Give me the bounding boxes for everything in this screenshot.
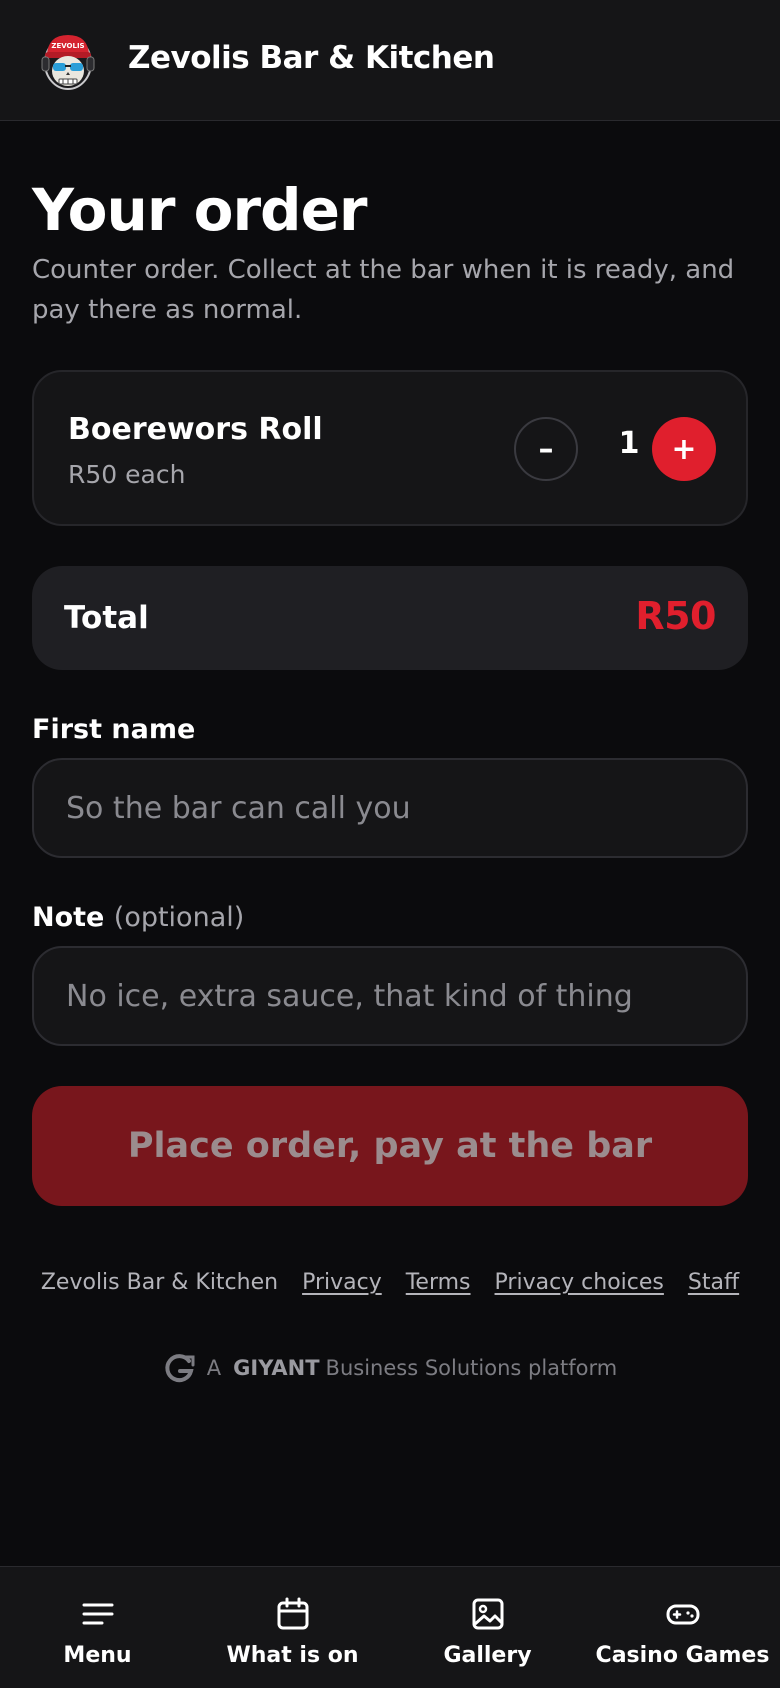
footer-business-name: Zevolis Bar & Kitchen <box>40 1270 279 1295</box>
powered-brand: GIYANT <box>233 1356 320 1380</box>
nav-label-gallery: Gallery <box>443 1643 532 1668</box>
item-price: R50 each <box>68 460 186 489</box>
quantity-value: 1 <box>618 426 640 461</box>
nav-item-menu[interactable]: Menu <box>0 1567 195 1688</box>
page-title: Your order <box>32 176 368 244</box>
powered-suffix: Business Solutions platform <box>325 1356 618 1380</box>
app-header: ZEVOLIS Zevolis Bar & Kitchen <box>0 0 780 121</box>
giyant-logo-icon <box>165 1354 195 1383</box>
terms-link[interactable]: Terms <box>406 1270 471 1295</box>
nav-item-what-is-on[interactable]: What is on <box>195 1567 390 1688</box>
nav-label-menu: Menu <box>63 1643 132 1668</box>
first-name-input[interactable] <box>32 758 748 858</box>
privacy-link[interactable]: Privacy <box>302 1270 382 1295</box>
privacy-choices-link[interactable]: Privacy choices <box>495 1270 664 1295</box>
menu-lines-icon <box>82 1603 113 1625</box>
total-summary: Total R50 <box>32 566 748 670</box>
note-optional-hint: (optional) <box>113 902 245 933</box>
page-subtitle: Counter order. Collect at the bar when i… <box>32 255 735 325</box>
svg-text:ZEVOLIS: ZEVOLIS <box>51 42 84 50</box>
order-page: ZEVOLIS Zevolis Bar & Kitchen Your order… <box>0 0 780 1688</box>
nav-item-gallery[interactable]: Gallery <box>390 1567 585 1688</box>
order-item-card: Boerewors Roll R50 each – 1 + <box>32 370 748 526</box>
powered-by[interactable]: A GIYANT Business Solutions platform <box>0 1352 780 1384</box>
decrease-quantity-button[interactable]: – <box>514 417 578 481</box>
increase-quantity-button[interactable]: + <box>652 417 716 481</box>
note-input[interactable] <box>32 946 748 1046</box>
nav-label-casino-games: Casino Games <box>595 1643 770 1668</box>
total-label: Total <box>64 600 149 636</box>
staff-link[interactable]: Staff <box>688 1270 739 1295</box>
note-label-text: Note <box>32 902 105 933</box>
first-name-label: First name <box>32 714 196 745</box>
brand-name[interactable]: Zevolis Bar & Kitchen <box>128 40 495 76</box>
zevolis-logo[interactable]: ZEVOLIS <box>40 29 96 92</box>
nav-item-casino-games[interactable]: Casino Games <box>585 1567 780 1688</box>
calendar-icon <box>277 1597 308 1630</box>
note-label: Note (optional) <box>32 902 244 933</box>
gamepad-icon <box>666 1604 699 1625</box>
item-name: Boerewors Roll <box>68 412 323 447</box>
place-order-button[interactable]: Place order, pay at the bar <box>32 1086 748 1206</box>
powered-prefix: A <box>206 1356 222 1380</box>
image-icon <box>472 1598 503 1630</box>
footer-links: Zevolis Bar & Kitchen Privacy Terms Priv… <box>0 1270 780 1295</box>
total-value: R50 <box>635 594 716 638</box>
nav-label-what-is-on: What is on <box>226 1643 359 1668</box>
bottom-navigation: Menu What is on Gallery Casino Games <box>0 1566 780 1688</box>
